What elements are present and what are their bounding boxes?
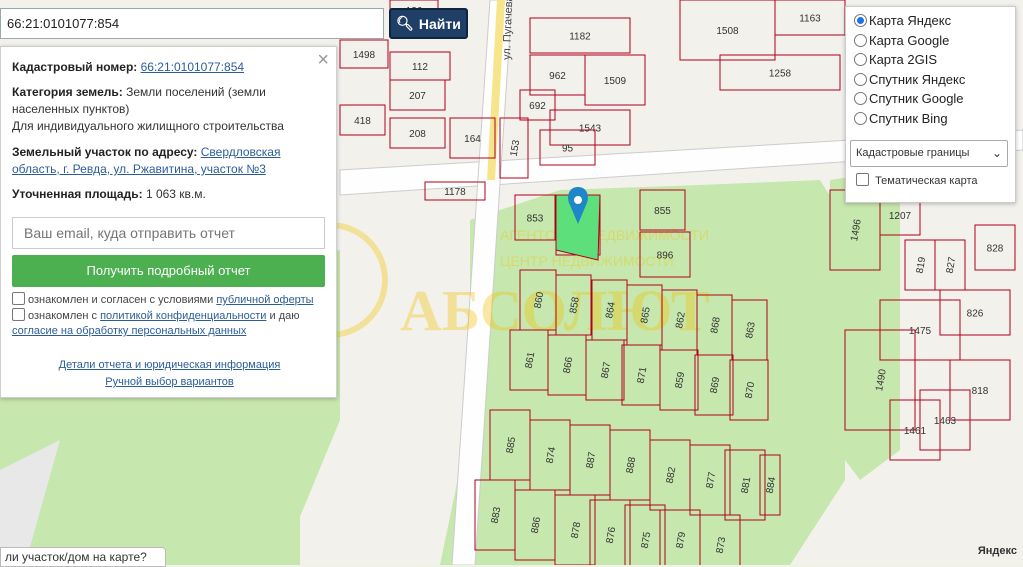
parcel-number: 207 [409, 91, 426, 102]
parcel-number: 164 [464, 134, 481, 145]
parcel-info-panel: × Кадастровый номер: 66:21:0101077:854 К… [0, 46, 337, 398]
layer-option[interactable]: Спутник Яндекс [854, 71, 965, 89]
radio-icon[interactable] [854, 53, 867, 67]
manual-selection-link[interactable]: Ручной выбор вариантов [1, 376, 338, 388]
street-label: ул. Пугачева [501, 0, 515, 60]
parcel-number: 1163 [799, 14, 821, 25]
parcel-number: 818 [972, 386, 989, 397]
cadastral-label: Кадастровый номер: [12, 60, 138, 74]
parcel-number: 208 [409, 129, 426, 140]
parcel-number: 855 [654, 206, 671, 217]
address-row: Земельный участок по адресу: Свердловска… [12, 144, 327, 178]
radio-icon[interactable] [854, 112, 867, 125]
layer-option[interactable]: Спутник Bing [854, 110, 948, 128]
get-report-button[interactable]: Получить подробный отчет [12, 255, 325, 287]
parcel-number: 1508 [716, 26, 739, 37]
search-bar [0, 8, 384, 39]
details-link[interactable]: Детали отчета и юридическая информация [1, 359, 338, 371]
layer-option[interactable]: Карта Яндекс [854, 12, 951, 30]
thematic-map-label: Тематическая карта [875, 175, 978, 187]
layer-select[interactable]: Кадастровые границы ⌄ [850, 140, 1008, 167]
radio-icon[interactable] [854, 92, 867, 106]
chevron-down-icon: ⌄ [991, 146, 1002, 160]
consent-privacy-checkbox[interactable] [12, 308, 25, 321]
layer-option-label: Карта Яндекс [869, 13, 952, 28]
parcel-number: 828 [987, 244, 1004, 255]
area-value: 1 063 кв.м. [145, 187, 206, 201]
svg-text:АБСОЛЮТ: АБСОЛЮТ [400, 278, 710, 343]
area-label: Уточненная площадь: [12, 187, 143, 201]
map-attribution: Яндекс [977, 545, 1017, 557]
consent-offer-text: ознакомлен и согласен с условиями [28, 294, 214, 306]
parcel-number: 962 [549, 71, 566, 82]
parcel-number: 1498 [353, 50, 376, 61]
parcel-number: 1182 [569, 32, 591, 43]
parcel-number: 853 [527, 214, 544, 225]
use-value: Для индивидуального жилищного строительс… [12, 119, 284, 133]
parcel-number: 1258 [769, 69, 792, 80]
parcel-number: 896 [657, 251, 674, 262]
category-row: Категория земель: Земли поселений (земли… [12, 84, 327, 118]
layer-option[interactable]: Карта 2GIS [854, 51, 937, 69]
consent-offer-checkbox[interactable] [12, 292, 25, 305]
privacy-link[interactable]: политикой конфиденциальности [100, 310, 266, 322]
layer-option-label: Спутник Bing [869, 111, 948, 126]
layer-option-label: Спутник Google [869, 91, 964, 107]
svg-text:АГЕНТСТВО НЕДВИЖИМОСТИ: АГЕНТСТВО НЕДВИЖИМОСТИ [500, 227, 709, 243]
parcel-number: 1509 [604, 76, 627, 87]
layer-option-label: Спутник Яндекс [869, 71, 966, 87]
cadastral-number-link[interactable]: 66:21:0101077:854 [141, 60, 244, 74]
parcel-number: 1463 [934, 416, 957, 427]
parcel-number: 1207 [889, 211, 912, 222]
consent-privacy-tail: и даю [269, 310, 300, 322]
cadastral-row: Кадастровый номер: 66:21:0101077:854 [12, 59, 327, 76]
parcel-number: 418 [354, 116, 371, 127]
layer-option-label: Карта 2GIS [869, 52, 938, 68]
parcel-number: 1178 [444, 187, 466, 198]
map-layers-panel: Карта Яндекс Карта Google Карта 2GIS Спутни… [845, 6, 1016, 203]
email-field-wrap [12, 217, 325, 249]
email-field[interactable] [13, 218, 324, 248]
parcel-number: 1475 [909, 326, 932, 337]
consent-offer-row: ознакомлен и согласен с условиями публич… [12, 292, 332, 308]
parcel-number: 95 [562, 144, 574, 155]
layer-option-label: Карта Google [869, 32, 950, 48]
parcel-number: 826 [967, 309, 984, 320]
parcel-number: 1461 [904, 426, 927, 437]
consent-privacy-row: ознакомлен с политикой конфиденциальност… [12, 308, 332, 339]
radio-icon[interactable] [854, 14, 867, 27]
category-label: Категория земель: [12, 85, 123, 99]
search-input[interactable] [1, 9, 383, 38]
radio-icon[interactable] [854, 33, 867, 47]
area-row: Уточненная площадь: 1 063 кв.м. [12, 186, 327, 203]
thematic-map-checkbox[interactable] [856, 173, 869, 186]
offer-link[interactable]: публичной оферты [216, 294, 313, 306]
parcel-number: 112 [412, 62, 428, 73]
layer-option[interactable]: Спутник Google [854, 90, 964, 108]
find-button-label: Найти [418, 15, 461, 32]
search-icon: 🔍︎ [396, 15, 414, 31]
address-label: Земельный участок по адресу: [12, 145, 198, 159]
find-button[interactable]: 🔍︎ Найти [389, 8, 468, 39]
personal-data-link[interactable]: согласие на обработку персональных данны… [12, 325, 246, 337]
layer-option[interactable]: Карта Google [854, 32, 949, 50]
parcel-number: 692 [529, 101, 546, 112]
help-prompt[interactable]: ли участок/дом на карте? [0, 547, 166, 567]
consent-privacy-text: ознакомлен с [28, 310, 98, 322]
layer-select-value: Кадастровые границы [856, 147, 970, 159]
parcel-number: 1543 [579, 124, 602, 135]
radio-icon[interactable] [854, 72, 867, 86]
thematic-map-toggle[interactable]: Тематическая карта [856, 173, 978, 187]
